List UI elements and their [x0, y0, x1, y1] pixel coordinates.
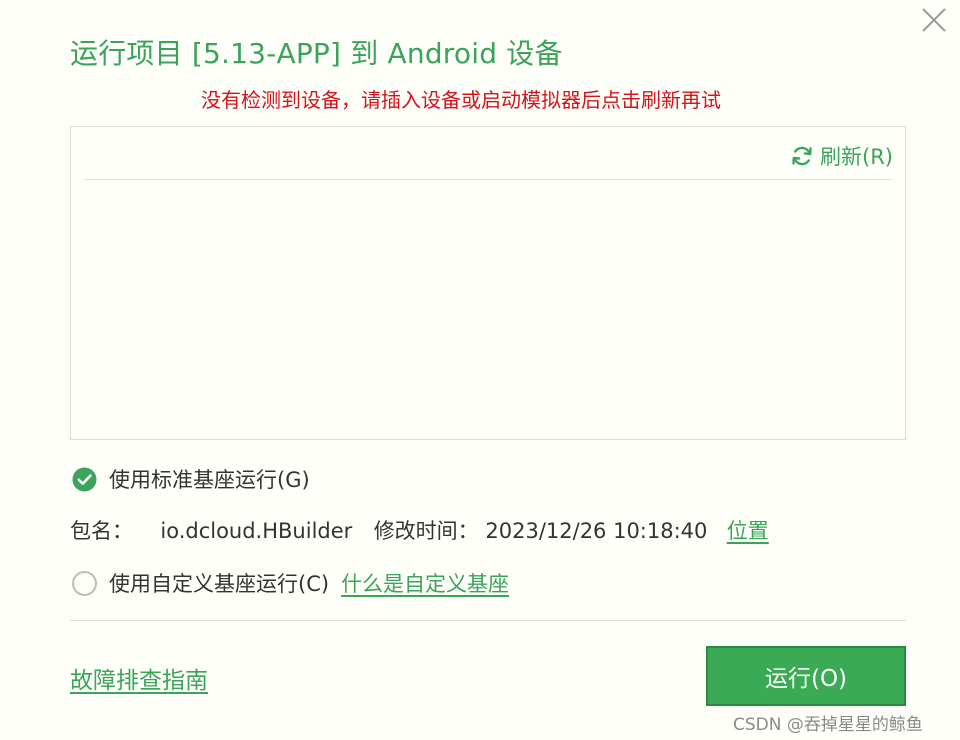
- close-icon: [922, 8, 946, 32]
- package-info-row: 包名： io.dcloud.HBuilder 修改时间： 2023/12/26 …: [70, 515, 769, 545]
- standard-base-label: 使用标准基座运行(G): [109, 468, 310, 492]
- no-device-warning: 没有检测到设备，请插入设备或启动模拟器后点击刷新再试: [201, 88, 721, 112]
- watermark: CSDN @吞掉星星的鲸鱼: [733, 715, 923, 735]
- location-link[interactable]: 位置: [727, 515, 769, 545]
- custom-base-help-link[interactable]: 什么是自定义基座: [341, 568, 509, 598]
- footer-divider: [70, 620, 906, 621]
- custom-base-label: 使用自定义基座运行(C): [109, 572, 330, 596]
- check-circle-icon[interactable]: [72, 467, 97, 492]
- refresh-label: 刷新(R): [820, 145, 893, 169]
- modified-time-label: 修改时间：: [373, 519, 479, 543]
- troubleshooting-guide-link[interactable]: 故障排查指南: [70, 661, 208, 695]
- package-name-label: 包名：: [70, 519, 133, 543]
- dialog-title: 运行项目 [5.13-APP] 到 Android 设备: [70, 37, 563, 70]
- radio-empty-icon[interactable]: [72, 570, 97, 596]
- package-name-value: io.dcloud.HBuilder: [160, 519, 353, 543]
- custom-base-option[interactable]: 使用自定义基座运行(C) 什么是自定义基座: [72, 568, 509, 598]
- refresh-icon: [792, 146, 812, 166]
- device-list-panel: 刷新(R): [70, 126, 906, 440]
- standard-base-option[interactable]: 使用标准基座运行(G): [72, 464, 310, 494]
- close-button[interactable]: [918, 4, 950, 36]
- panel-divider: [83, 179, 893, 180]
- modified-time-value: 2023/12/26 10:18:40: [485, 519, 708, 543]
- refresh-button[interactable]: 刷新(R): [790, 141, 893, 171]
- run-button[interactable]: 运行(O): [706, 646, 906, 706]
